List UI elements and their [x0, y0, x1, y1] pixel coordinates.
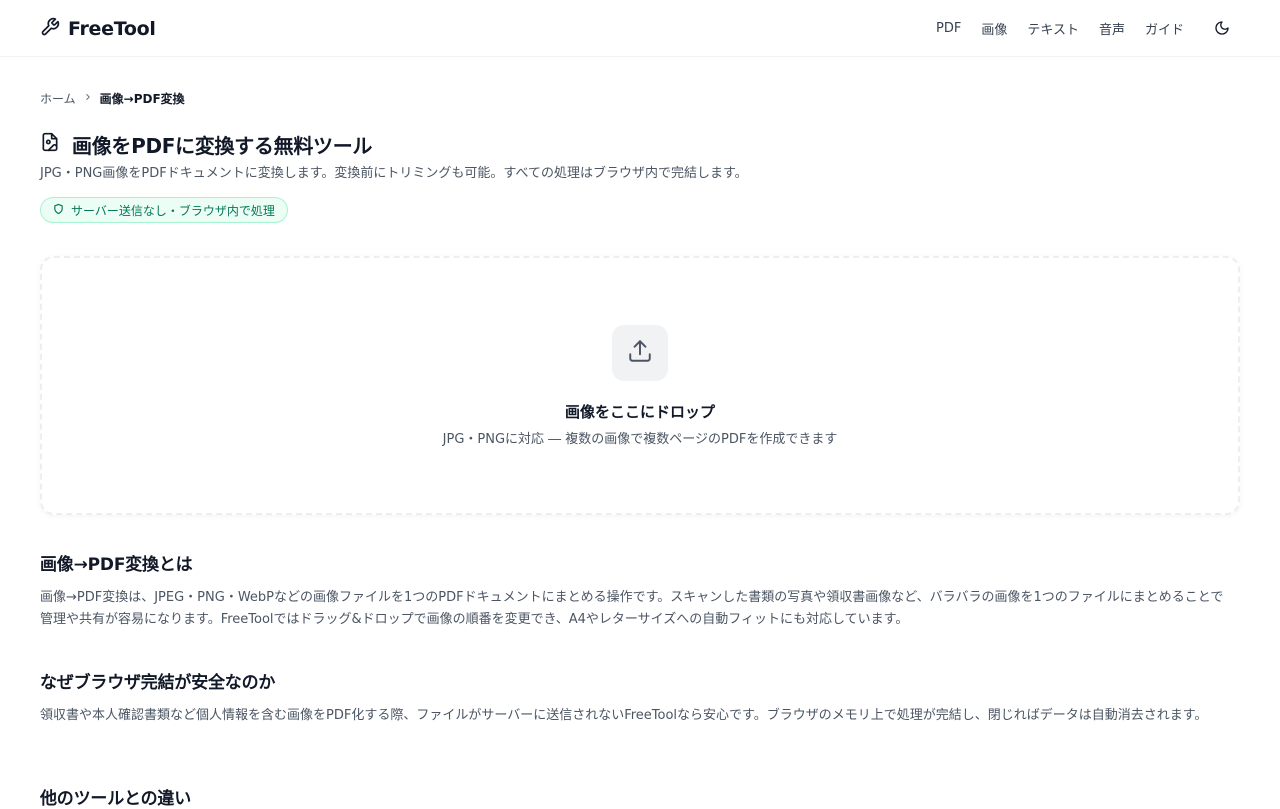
theme-toggle-button[interactable]	[1209, 16, 1235, 42]
section-body-safety: 領収書や本人確認書類など個人情報を含む画像をPDF化する際、ファイルがサーバーに…	[40, 708, 1208, 723]
nav-item-audio[interactable]: 音声	[1099, 19, 1125, 38]
shield-icon	[53, 203, 64, 218]
privacy-badge: サーバー送信なし・ブラウザ内で処理	[40, 197, 288, 223]
main-nav: PDF 画像 テキスト 音声 ガイド	[936, 18, 1184, 38]
upload-icon	[627, 338, 653, 368]
privacy-badge-label: サーバー送信なし・ブラウザ内で処理	[71, 203, 275, 218]
image-dropzone[interactable]: 画像をここにドロップ JPG・PNGに対応 ― 複数の画像で複数ページのPDFを…	[40, 256, 1240, 515]
nav-item-image[interactable]: 画像	[981, 19, 1007, 38]
wrench-icon	[40, 17, 60, 41]
section-heading-safety: なぜブラウザ完結が安全なのか	[40, 673, 276, 693]
brand-name: FreeTool	[68, 18, 156, 40]
nav-item-pdf[interactable]: PDF	[936, 21, 961, 36]
dropzone-title: 画像をここにドロップ	[564, 403, 715, 421]
breadcrumb-current: 画像→PDF変換	[99, 91, 185, 106]
nav-item-text[interactable]: テキスト	[1027, 19, 1079, 38]
section-heading-what: 画像→PDF変換とは	[40, 555, 193, 575]
page-title: 画像をPDFに変換する無料ツール	[72, 133, 373, 158]
chevron-right-icon	[83, 91, 93, 105]
nav-item-guide[interactable]: ガイド	[1145, 19, 1184, 38]
breadcrumb-home-link[interactable]: ホーム	[40, 90, 76, 107]
section-body-what: 画像→PDF変換は、JPEG・PNG・WebPなどの画像ファイルを1つのPDFド…	[40, 590, 1224, 627]
section-heading-comparison: 他のツールとの違い	[40, 789, 192, 809]
breadcrumb: ホーム 画像→PDF変換	[40, 89, 185, 107]
file-image-icon	[40, 132, 60, 156]
page-subtitle: JPG・PNG画像をPDFドキュメントに変換します。変換前にトリミングも可能。す…	[40, 166, 748, 181]
moon-icon	[1214, 20, 1230, 39]
site-header: FreeTool PDF 画像 テキスト 音声 ガイド	[0, 0, 1280, 57]
brand-logo[interactable]: FreeTool	[40, 16, 156, 42]
title-row: 画像をPDFに変換する無料ツール	[40, 131, 373, 158]
upload-icon-tile	[612, 325, 668, 381]
dropzone-hint: JPG・PNGに対応 ― 複数の画像で複数ページのPDFを作成できます	[442, 432, 838, 447]
